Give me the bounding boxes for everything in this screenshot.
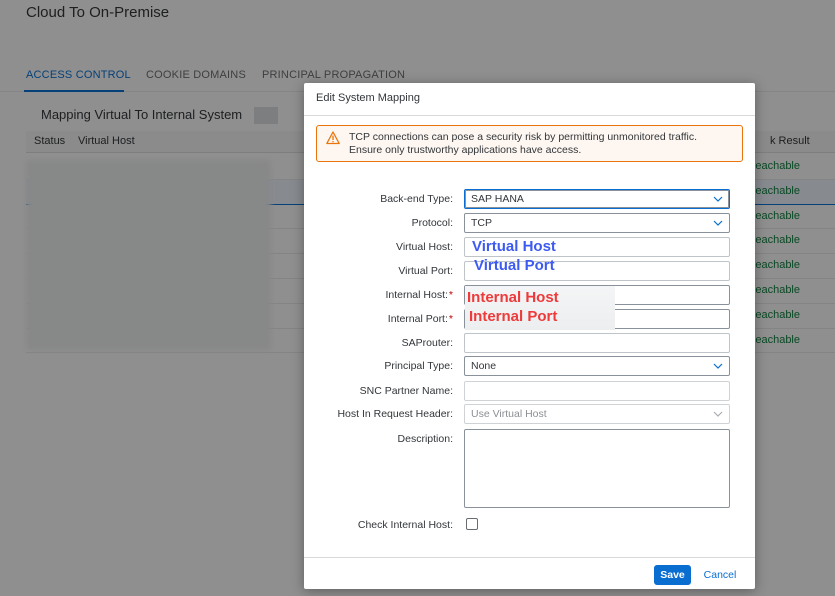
form-row-host-in-request-header: Host In Request Header: Use Virtual Host	[304, 404, 755, 424]
principal-type-label: Principal Type:	[384, 360, 453, 372]
snc-partner-name-label: SNC Partner Name:	[359, 385, 453, 397]
host-in-request-header-label: Host In Request Header:	[337, 408, 453, 420]
description-textarea[interactable]	[464, 429, 730, 508]
required-marker: *	[448, 289, 453, 301]
internal-port-annotation: Internal Port	[469, 308, 558, 325]
form-row-snc-partner-name: SNC Partner Name:	[304, 381, 755, 401]
virtual-host-label: Virtual Host:	[396, 241, 453, 253]
virtual-port-annotation: Virtual Port	[474, 257, 555, 274]
save-button[interactable]: Save	[654, 565, 691, 585]
dialog-header: Edit System Mapping	[304, 83, 755, 116]
principal-type-value: None	[471, 360, 497, 372]
protocol-label: Protocol:	[411, 217, 453, 229]
warning-text-line2: Ensure only trustworthy applications hav…	[349, 144, 582, 156]
saprouter-input[interactable]	[464, 333, 730, 353]
check-internal-host-label: Check Internal Host:	[357, 519, 453, 531]
form-row-protocol: Protocol: TCP	[304, 213, 755, 233]
form-row-description: Description:	[304, 429, 755, 508]
form-row-check-internal-host: Check Internal Host:	[304, 515, 755, 535]
internal-port-label-text: Internal Port:	[387, 313, 448, 325]
warning-text: TCP connections can pose a security risk…	[349, 131, 739, 157]
warning-message-strip: TCP connections can pose a security risk…	[316, 125, 743, 162]
form-row-principal-type: Principal Type: None	[304, 356, 755, 376]
saprouter-label: SAProuter:	[401, 337, 453, 349]
warning-text-line1: TCP connections can pose a security risk…	[349, 131, 698, 143]
protocol-value: TCP	[471, 217, 492, 229]
form-row-saprouter: SAProuter:	[304, 333, 755, 353]
snc-partner-name-input[interactable]	[464, 381, 730, 401]
internal-host-label: Internal Host:*	[385, 289, 453, 301]
backend-type-label: Back-end Type:	[380, 193, 453, 205]
internal-host-label-text: Internal Host:	[385, 289, 448, 301]
description-label: Description:	[397, 433, 453, 445]
check-internal-host-checkbox[interactable]	[466, 518, 478, 530]
required-marker: *	[448, 313, 453, 325]
dialog-title: Edit System Mapping	[316, 92, 420, 104]
edit-system-mapping-dialog: Edit System Mapping TCP connections can …	[304, 83, 755, 589]
warning-triangle-icon	[326, 131, 340, 145]
form-row-backend-type: Back-end Type: SAP HANA	[304, 189, 755, 209]
backend-type-select[interactable]: SAP HANA	[464, 189, 730, 209]
chevron-down-icon[interactable]	[713, 219, 723, 227]
cancel-button[interactable]: Cancel	[700, 565, 740, 585]
host-in-request-header-select[interactable]: Use Virtual Host	[464, 404, 730, 424]
internal-port-label: Internal Port:*	[388, 313, 453, 325]
host-in-request-header-value: Use Virtual Host	[471, 408, 547, 420]
virtual-port-label: Virtual Port:	[398, 265, 453, 277]
protocol-select[interactable]: TCP	[464, 213, 730, 233]
chevron-down-icon[interactable]	[713, 410, 723, 418]
backend-type-value: SAP HANA	[471, 193, 524, 205]
chevron-down-icon[interactable]	[713, 362, 723, 370]
dialog-footer: Save Cancel	[304, 557, 755, 589]
principal-type-select[interactable]: None	[464, 356, 730, 376]
virtual-host-annotation: Virtual Host	[472, 238, 556, 255]
internal-host-annotation: Internal Host	[467, 289, 559, 306]
chevron-down-icon[interactable]	[713, 195, 723, 203]
